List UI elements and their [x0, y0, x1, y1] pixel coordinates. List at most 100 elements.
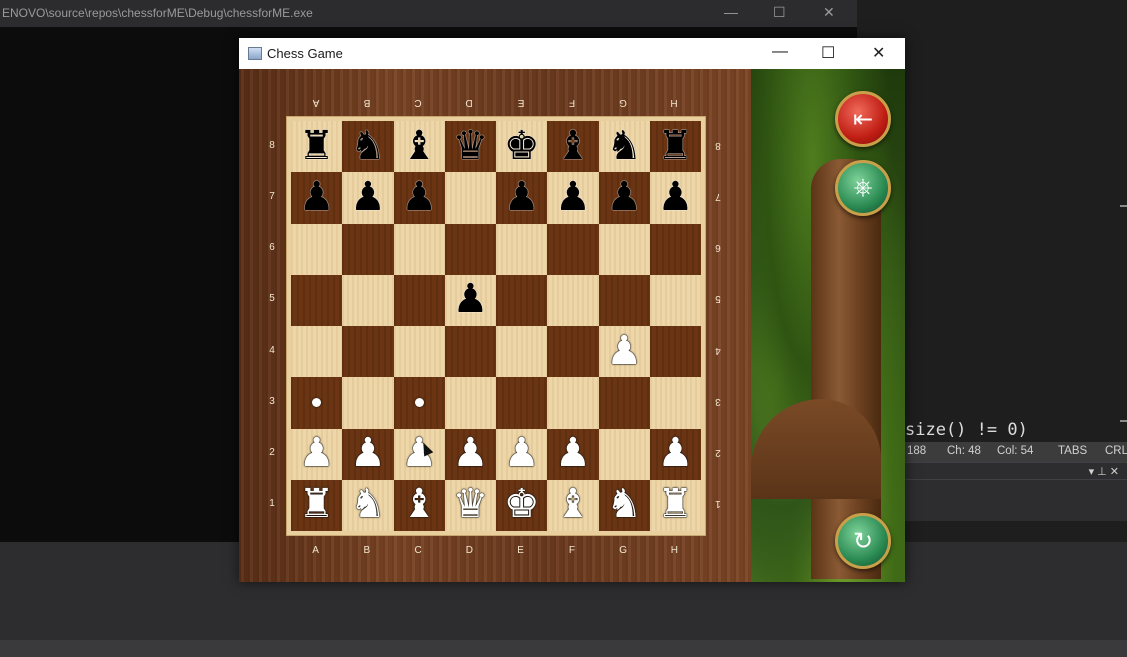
square-a7[interactable]: ♟: [291, 172, 343, 224]
square-e2[interactable]: ♟: [496, 428, 548, 480]
square-c8[interactable]: ♝: [393, 121, 445, 173]
square-f4[interactable]: [547, 326, 599, 378]
square-c2[interactable]: ♟: [393, 428, 445, 480]
square-h6[interactable]: [649, 223, 701, 275]
white-piece-icon[interactable]: ♟: [504, 433, 540, 473]
square-c5[interactable]: [393, 274, 445, 326]
square-g6[interactable]: [598, 223, 650, 275]
white-piece-icon[interactable]: ♝: [555, 484, 591, 524]
console-close-button[interactable]: ✕: [823, 4, 835, 21]
square-g1[interactable]: ♞: [598, 479, 650, 531]
square-d6[interactable]: [444, 223, 496, 275]
white-piece-icon[interactable]: ♚: [504, 484, 540, 524]
legal-move-dot-icon[interactable]: [414, 398, 424, 408]
black-piece-icon[interactable]: ♜: [657, 126, 693, 166]
square-d1[interactable]: ♛: [444, 479, 496, 531]
settings-button[interactable]: ⎈: [835, 160, 891, 216]
black-piece-icon[interactable]: ♟: [606, 177, 642, 217]
square-d7[interactable]: [444, 172, 496, 224]
panel-pin-icon[interactable]: ▾ ⊥ ✕: [1089, 465, 1119, 478]
white-piece-icon[interactable]: ♛: [452, 484, 488, 524]
white-piece-icon[interactable]: ♞: [350, 484, 386, 524]
square-h1[interactable]: ♜: [649, 479, 701, 531]
square-c4[interactable]: [393, 326, 445, 378]
white-piece-icon[interactable]: ♜: [657, 484, 693, 524]
black-piece-icon[interactable]: ♟: [401, 177, 437, 217]
square-a5[interactable]: [291, 274, 343, 326]
square-d5[interactable]: ♟: [444, 274, 496, 326]
square-h7[interactable]: ♟: [649, 172, 701, 224]
legal-move-dot-icon[interactable]: [312, 398, 322, 408]
black-piece-icon[interactable]: ♞: [606, 126, 642, 166]
exit-button[interactable]: ⇤: [835, 91, 891, 147]
ide-bottom-scrollbar[interactable]: [0, 640, 1127, 657]
square-g4[interactable]: ♟: [598, 326, 650, 378]
square-e1[interactable]: ♚: [496, 479, 548, 531]
black-piece-icon[interactable]: ♟: [350, 177, 386, 217]
square-f6[interactable]: [547, 223, 599, 275]
white-piece-icon[interactable]: ♟: [452, 433, 488, 473]
square-f5[interactable]: [547, 274, 599, 326]
window-titlebar[interactable]: Chess Game — ☐ ✕: [239, 38, 905, 69]
ide-status-eol[interactable]: CRL: [1105, 445, 1127, 457]
black-piece-icon[interactable]: ♟: [504, 177, 540, 217]
square-h5[interactable]: [649, 274, 701, 326]
square-f8[interactable]: ♝: [547, 121, 599, 173]
black-piece-icon[interactable]: ♝: [401, 126, 437, 166]
square-e8[interactable]: ♚: [496, 121, 548, 173]
white-piece-icon[interactable]: ♟: [555, 433, 591, 473]
square-h8[interactable]: ♜: [649, 121, 701, 173]
square-c7[interactable]: ♟: [393, 172, 445, 224]
square-g5[interactable]: [598, 274, 650, 326]
square-d4[interactable]: [444, 326, 496, 378]
black-piece-icon[interactable]: ♛: [452, 126, 488, 166]
black-piece-icon[interactable]: ♟: [299, 177, 335, 217]
square-e3[interactable]: [496, 377, 548, 429]
square-f7[interactable]: ♟: [547, 172, 599, 224]
square-b5[interactable]: [342, 274, 394, 326]
square-b4[interactable]: [342, 326, 394, 378]
black-piece-icon[interactable]: ♟: [452, 279, 488, 319]
maximize-button[interactable]: ☐: [821, 43, 835, 63]
square-b2[interactable]: ♟: [342, 428, 394, 480]
square-h3[interactable]: [649, 377, 701, 429]
white-piece-icon[interactable]: ♟: [657, 433, 693, 473]
square-f2[interactable]: ♟: [547, 428, 599, 480]
square-e5[interactable]: [496, 274, 548, 326]
square-h2[interactable]: ♟: [649, 428, 701, 480]
square-g7[interactable]: ♟: [598, 172, 650, 224]
square-c6[interactable]: [393, 223, 445, 275]
square-f3[interactable]: [547, 377, 599, 429]
square-b8[interactable]: ♞: [342, 121, 394, 173]
black-piece-icon[interactable]: ♝: [555, 126, 591, 166]
minimize-button[interactable]: —: [772, 43, 788, 61]
square-e6[interactable]: [496, 223, 548, 275]
square-h4[interactable]: [649, 326, 701, 378]
white-piece-icon[interactable]: ♞: [606, 484, 642, 524]
square-b7[interactable]: ♟: [342, 172, 394, 224]
square-d3[interactable]: [444, 377, 496, 429]
white-piece-icon[interactable]: ♟: [401, 433, 437, 473]
square-g3[interactable]: [598, 377, 650, 429]
square-b6[interactable]: [342, 223, 394, 275]
square-a2[interactable]: ♟: [291, 428, 343, 480]
square-f1[interactable]: ♝: [547, 479, 599, 531]
ide-status-tabs[interactable]: TABS: [1058, 445, 1087, 457]
square-d2[interactable]: ♟: [444, 428, 496, 480]
black-piece-icon[interactable]: ♞: [350, 126, 386, 166]
square-d8[interactable]: ♛: [444, 121, 496, 173]
white-piece-icon[interactable]: ♟: [606, 331, 642, 371]
white-piece-icon[interactable]: ♜: [299, 484, 335, 524]
restart-button[interactable]: ↻: [835, 513, 891, 569]
square-e7[interactable]: ♟: [496, 172, 548, 224]
square-g2[interactable]: [598, 428, 650, 480]
black-piece-icon[interactable]: ♟: [555, 177, 591, 217]
white-piece-icon[interactable]: ♝: [401, 484, 437, 524]
console-minimize-button[interactable]: —: [724, 4, 738, 20]
black-piece-icon[interactable]: ♜: [299, 126, 335, 166]
square-a1[interactable]: ♜: [291, 479, 343, 531]
square-b1[interactable]: ♞: [342, 479, 394, 531]
square-b3[interactable]: [342, 377, 394, 429]
black-piece-icon[interactable]: ♚: [504, 126, 540, 166]
black-piece-icon[interactable]: ♟: [657, 177, 693, 217]
